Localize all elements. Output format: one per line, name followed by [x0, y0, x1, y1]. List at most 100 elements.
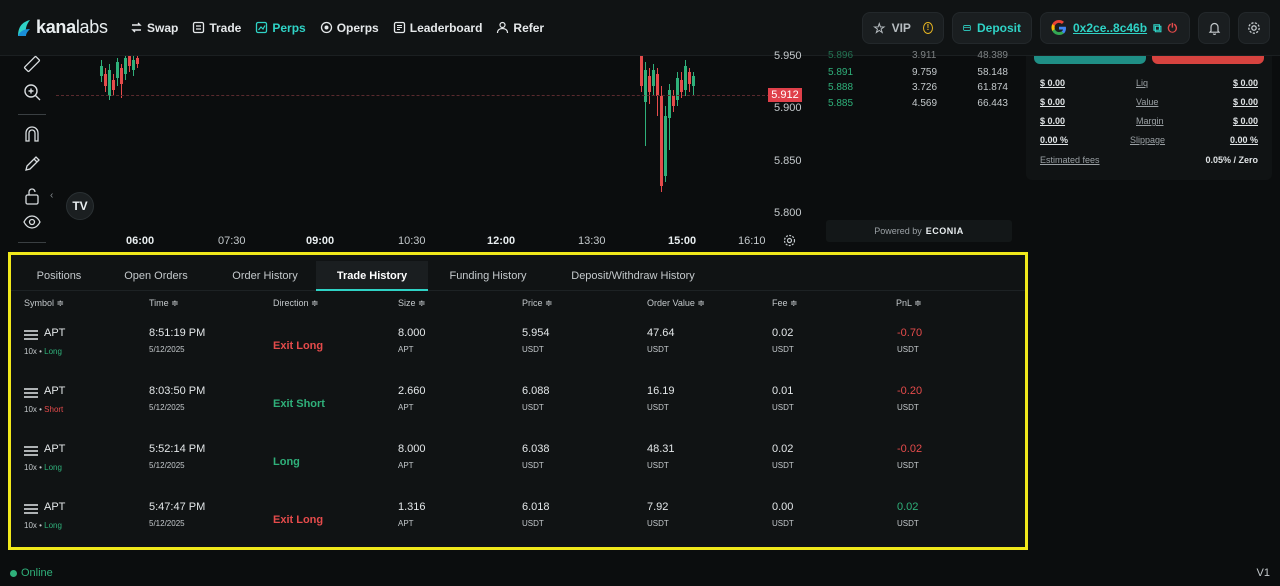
pnl-cell: -0.70 USDT [897, 327, 923, 354]
perps-icon [256, 21, 268, 34]
status-bar: Online V1 [0, 560, 1280, 586]
table-row[interactable]: APT 10x • Long 5:52:14 PM 5/12/2025 Long … [11, 443, 1025, 501]
symbol-cell: APT 10x • Long [24, 501, 66, 530]
zoom-tool[interactable] [20, 80, 44, 104]
ruler-tool[interactable] [20, 52, 44, 76]
tab-positions[interactable]: Positions [17, 261, 101, 291]
orderbook-row[interactable]: 5.888 3.726 61.874 [822, 82, 1018, 94]
candle-body [124, 58, 127, 74]
tab-trade-history[interactable]: Trade History [316, 261, 428, 291]
visibility-tool[interactable] [20, 210, 44, 234]
col-fee[interactable]: Fee ≑ [772, 298, 798, 309]
col-symbol[interactable]: Symbol ≑ [24, 298, 64, 309]
price-cell: 5.954 USDT [522, 327, 550, 354]
x-tick: 09:00 [306, 235, 335, 247]
liq-row: $ 0.00 Liq $ 0.00 [1040, 78, 1258, 88]
tab-funding-history[interactable]: Funding History [443, 261, 533, 291]
col-pnl[interactable]: PnL ≑ [896, 298, 922, 309]
tab-open-orders[interactable]: Open Orders [111, 261, 201, 291]
app-root: kanalabs Swap Trade Perps Operps Leaderb… [0, 0, 1280, 586]
time-cell: 5:52:14 PM 5/12/2025 [149, 443, 206, 470]
info-icon: ! [922, 22, 933, 34]
candle-body [120, 68, 123, 84]
col-order-value[interactable]: Order Value ≑ [647, 298, 705, 309]
apt-icon [24, 330, 38, 340]
chart-settings-icon[interactable] [783, 234, 796, 247]
col-size[interactable]: Size ≑ [398, 298, 426, 309]
table-row[interactable]: APT 10x • Long 8:51:19 PM 5/12/2025 Exit … [11, 327, 1025, 385]
order-value-cell: 47.64 USDT [647, 327, 675, 354]
y-tick: 5.950 [774, 50, 802, 62]
powered-by-econia: Powered by ECONIA [826, 220, 1012, 242]
power-icon[interactable]: ⏻ [1168, 21, 1178, 36]
candle-body [648, 76, 651, 92]
vip-button[interactable]: ☆ VIP ! [862, 12, 944, 44]
copy-icon[interactable]: ⧉ [1153, 21, 1162, 36]
candle-body [652, 70, 655, 86]
nav-operps[interactable]: Operps [320, 21, 379, 35]
time-cell: 8:51:19 PM 5/12/2025 [149, 327, 206, 354]
value-row: $ 0.00 Value $ 0.00 [1040, 97, 1258, 107]
ruler-icon [23, 55, 41, 73]
price-cell: 6.088 USDT [522, 385, 550, 412]
history-panel: Positions Open Orders Order History Trad… [8, 252, 1028, 550]
unlock-icon [25, 188, 39, 205]
operps-icon [320, 21, 332, 34]
orderbook-row[interactable]: 5.885 4.569 66.443 [822, 98, 1018, 110]
col-price[interactable]: Price ≑ [522, 298, 553, 309]
nav-trade[interactable]: Trade [192, 21, 241, 35]
direction-cell: Long [273, 456, 300, 468]
nav-swap[interactable]: Swap [130, 21, 178, 35]
orderbook-row[interactable]: 5.891 9.759 58.148 [822, 67, 1018, 79]
fee-cell: 0.02 USDT [772, 327, 794, 354]
nav-leaderboard[interactable]: Leaderboard [393, 21, 482, 35]
apt-icon [24, 388, 38, 398]
candle-body [656, 74, 659, 96]
direction-cell: Exit Long [273, 514, 324, 526]
x-tick: 10:30 [398, 235, 426, 247]
candle-body [660, 96, 663, 186]
last-price-tag: 5.912 [768, 88, 802, 102]
y-tick: 5.800 [774, 207, 802, 219]
nav-perps[interactable]: Perps [255, 21, 306, 35]
wallet-button[interactable]: 0x2ce..8c46b ⧉ ⏻ [1040, 12, 1190, 44]
size-cell: 8.000 APT [398, 443, 426, 470]
x-tick: 12:00 [487, 235, 516, 247]
draw-tool[interactable] [20, 152, 44, 176]
pencil-icon [25, 156, 40, 171]
online-dot-icon [10, 569, 17, 577]
pnl-cell: -0.20 USDT [897, 385, 923, 412]
col-time[interactable]: Time ≑ [149, 298, 179, 309]
brand-logo[interactable]: kanalabs [16, 17, 122, 38]
collapse-toolbar-icon[interactable]: ‹ [50, 190, 53, 201]
brand-name: kanalabs [36, 17, 108, 37]
candle-body [104, 74, 107, 86]
fee-cell: 0.00 USDT [772, 501, 794, 528]
deposit-button[interactable]: Deposit [952, 12, 1032, 44]
top-nav: kanalabs Swap Trade Perps Operps Leaderb… [0, 0, 1280, 56]
buy-button-edge[interactable] [1034, 56, 1146, 64]
wallet-icon [963, 25, 971, 31]
col-direction[interactable]: Direction ≑ [273, 298, 319, 309]
table-row[interactable]: APT 10x • Short 8:03:50 PM 5/12/2025 Exit… [11, 385, 1025, 443]
tab-order-history[interactable]: Order History [217, 261, 313, 291]
wallet-address[interactable]: 0x2ce..8c46b [1073, 21, 1147, 35]
fee-cell: 0.01 USDT [772, 385, 794, 412]
notifications-button[interactable] [1198, 12, 1230, 44]
order-value-cell: 48.31 USDT [647, 443, 675, 470]
price-chart[interactable]: 5.950 5.912 5.900 5.850 5.800 06:00 07:3… [56, 50, 816, 250]
direction-cell: Exit Short [273, 398, 325, 410]
sell-button-edge[interactable] [1152, 56, 1264, 64]
settings-button[interactable] [1238, 12, 1270, 44]
candle-body [672, 96, 675, 106]
orderbook-row[interactable]: 5.896 3.911 48.389 [822, 50, 1018, 62]
nav-refer[interactable]: Refer [496, 21, 544, 35]
lock-tool[interactable] [20, 184, 44, 208]
nav-actions: ☆ VIP ! Deposit 0x2ce..8c46b ⧉ ⏻ [854, 12, 1270, 44]
tab-deposit-withdraw-history[interactable]: Deposit/Withdraw History [563, 261, 703, 291]
symbol-cell: APT 10x • Short [24, 385, 66, 414]
magnet-tool[interactable] [20, 122, 44, 146]
zoom-in-icon [24, 84, 41, 101]
table-row[interactable]: APT 10x • Long 5:47:47 PM 5/12/2025 Exit … [11, 501, 1025, 559]
time-cell: 8:03:50 PM 5/12/2025 [149, 385, 206, 412]
